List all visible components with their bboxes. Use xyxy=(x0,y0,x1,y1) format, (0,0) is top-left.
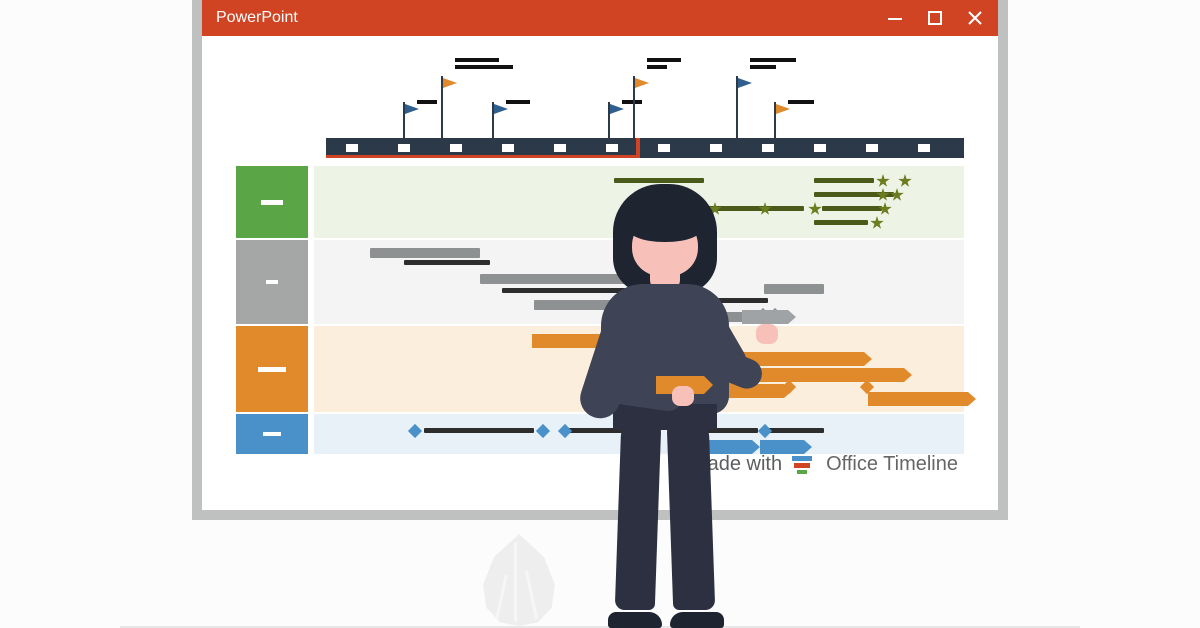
window-maximize-button[interactable] xyxy=(926,9,944,27)
titlebar: PowerPoint xyxy=(202,0,998,36)
task-bar xyxy=(814,178,874,183)
task-bar xyxy=(370,248,480,258)
attribution-brand: Office Timeline xyxy=(826,453,958,476)
presenter-illustration xyxy=(546,128,766,628)
task-bar xyxy=(764,284,824,294)
milestone-diamond xyxy=(408,424,422,438)
window-close-button[interactable] xyxy=(966,9,984,27)
task-arrow xyxy=(868,392,968,406)
swimlane-gray-header xyxy=(236,240,308,324)
task-arrow xyxy=(754,368,904,382)
milestone-star xyxy=(808,202,822,216)
task-bar xyxy=(768,428,824,433)
milestone-star xyxy=(870,216,884,230)
task-bar xyxy=(424,428,534,433)
task-bar xyxy=(822,206,882,211)
swimlane-green-header xyxy=(236,166,308,238)
app-title: PowerPoint xyxy=(216,9,886,27)
office-timeline-icon xyxy=(792,454,816,474)
milestone-star xyxy=(898,174,912,188)
milestone-star xyxy=(876,174,890,188)
swimlane-blue-header xyxy=(236,414,308,454)
swimlane-orange-header xyxy=(236,326,308,412)
task-bar xyxy=(814,220,868,225)
held-task-card-gray xyxy=(742,310,788,324)
window-minimize-button[interactable] xyxy=(886,9,904,27)
task-bar xyxy=(404,260,490,265)
